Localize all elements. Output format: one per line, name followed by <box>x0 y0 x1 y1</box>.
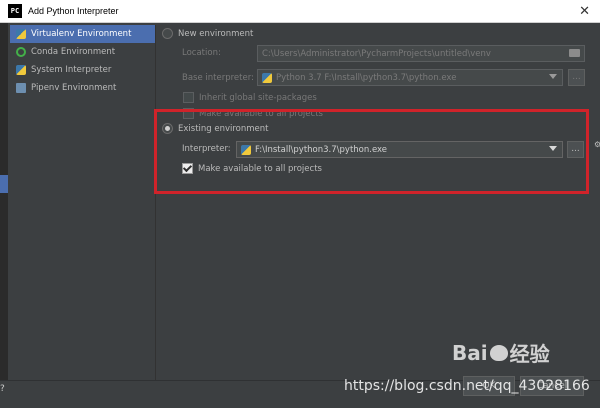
background-selection <box>0 175 8 193</box>
sidebar-item-label: Conda Environment <box>31 47 116 57</box>
new-environment-option[interactable]: New environment <box>162 28 253 39</box>
close-icon[interactable]: ✕ <box>579 4 590 19</box>
baidu-watermark-suffix: 经验 <box>509 342 550 366</box>
sidebar-item-system-interpreter[interactable]: System Interpreter <box>10 61 155 79</box>
base-interpreter-select[interactable]: Python 3.7 F:\Install\python3.7\python.e… <box>257 69 563 86</box>
sidebar-item-pipenv[interactable]: Pipenv Environment <box>10 79 155 97</box>
inherit-packages-option[interactable]: Inherit global site-packages <box>183 92 317 103</box>
location-value: C:\Users\Administrator\PycharmProjects\u… <box>262 48 491 59</box>
pipenv-icon <box>16 83 26 93</box>
base-interpreter-browse-button[interactable]: ... <box>568 69 585 86</box>
base-interpreter-value: Python 3.7 F:\Install\python3.7\python.e… <box>276 72 457 83</box>
window-title: Add Python Interpreter <box>28 6 119 16</box>
help-icon[interactable]: ? <box>0 384 9 396</box>
new-environment-label: New environment <box>178 28 254 39</box>
sidebar-item-label: Pipenv Environment <box>31 83 117 93</box>
chevron-down-icon <box>549 74 557 79</box>
location-field[interactable]: C:\Users\Administrator\PycharmProjects\u… <box>257 45 585 62</box>
title-bar: PC Add Python Interpreter ✕ <box>0 0 600 23</box>
new-environment-radio[interactable] <box>162 28 173 39</box>
highlight-annotation-box <box>154 109 589 194</box>
sidebar-item-label: Virtualenv Environment <box>31 29 132 39</box>
baidu-watermark-text: Bai <box>452 340 488 365</box>
csdn-url-watermark: https://blog.csdn.net/qq_43028166 <box>344 378 590 394</box>
conda-icon <box>16 47 26 57</box>
environment-settings-panel: New environment Location: C:\Users\Admin… <box>158 25 592 380</box>
sidebar-item-virtualenv[interactable]: Virtualenv Environment <box>10 25 155 43</box>
location-label: Location: <box>182 48 221 58</box>
background-gear-icon: ⚙ <box>594 140 600 149</box>
python-icon <box>262 72 272 83</box>
base-interpreter-label: Base interpreter: <box>182 73 254 83</box>
baidu-paw-logo <box>489 344 508 361</box>
baidu-jingyan-watermark: Bai 经验 <box>452 338 550 367</box>
inherit-packages-label: Inherit global site-packages <box>199 92 317 103</box>
pycharm-app-icon: PC <box>8 4 22 18</box>
inherit-packages-checkbox[interactable] <box>183 92 194 103</box>
sidebar-item-label: System Interpreter <box>31 65 112 75</box>
background-ide-strip <box>0 23 8 408</box>
python-icon <box>16 65 26 75</box>
environment-type-list: Virtualenv Environment Conda Environment… <box>10 25 156 380</box>
sidebar-item-conda[interactable]: Conda Environment <box>10 43 155 61</box>
folder-icon[interactable] <box>569 49 580 57</box>
virtualenv-icon <box>16 29 26 39</box>
